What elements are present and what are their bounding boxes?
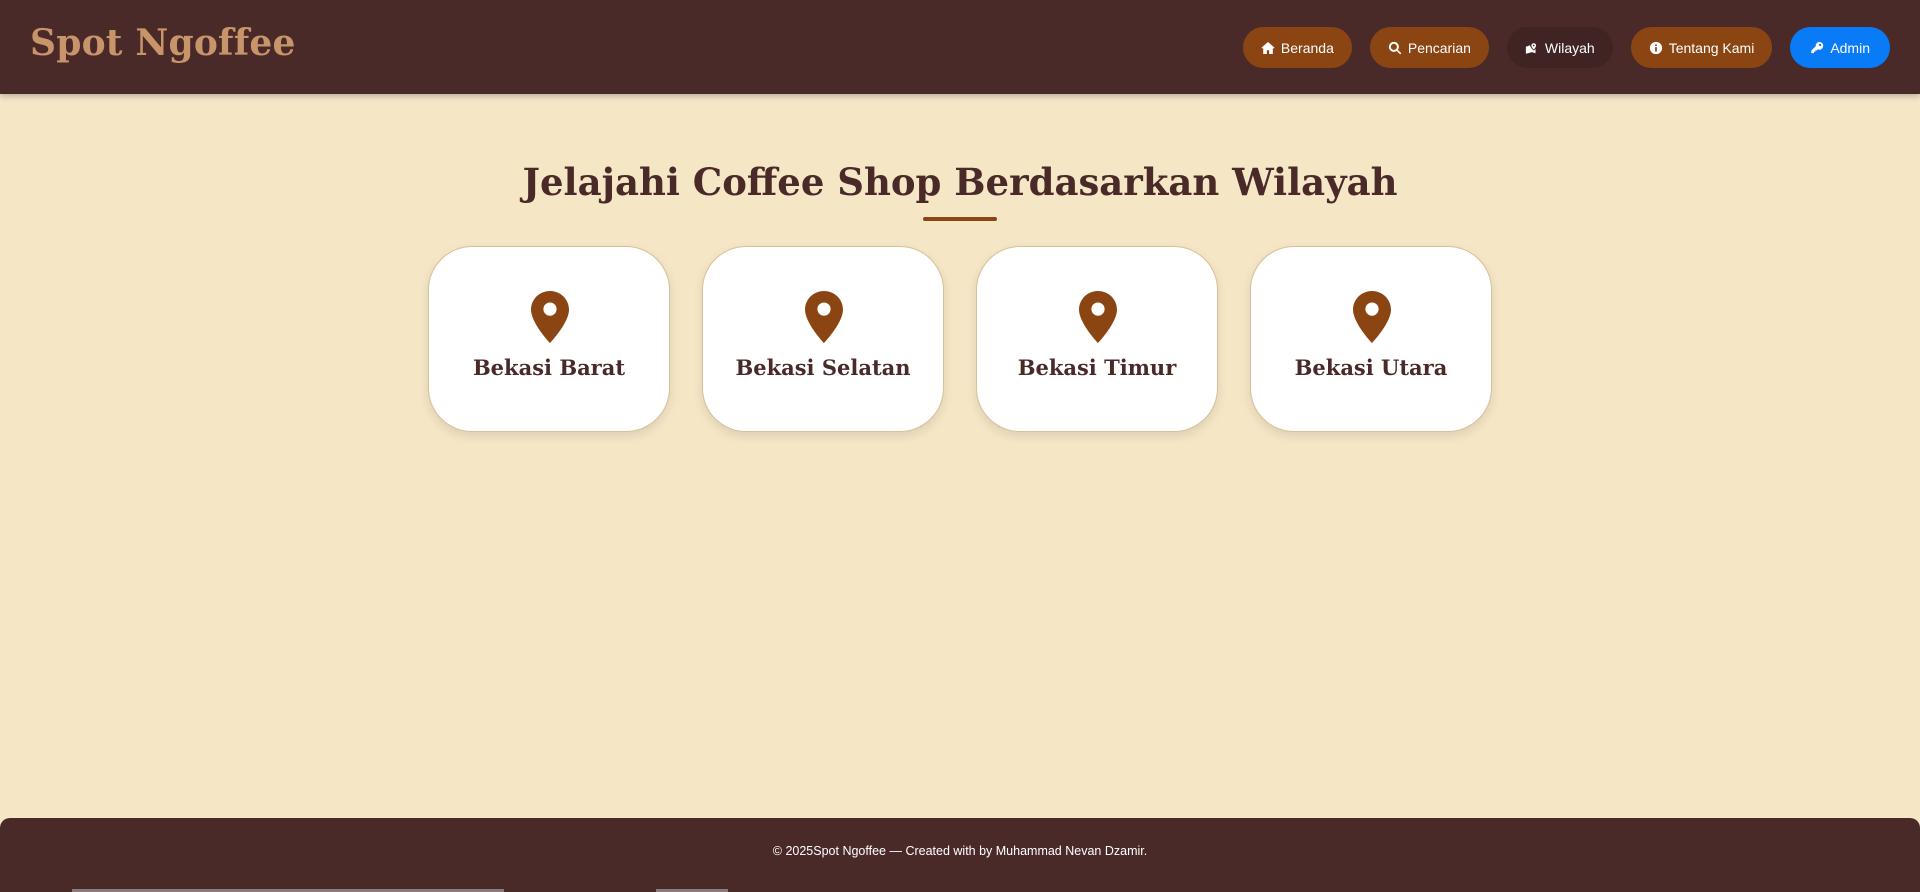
nav-tentang-kami-label: Tentang Kami — [1668, 39, 1755, 56]
search-icon — [1388, 41, 1402, 54]
region-card-bekasi-selatan[interactable]: Bekasi Selatan — [702, 246, 944, 432]
nav-tentang-kami-button[interactable]: Tentang Kami — [1630, 27, 1773, 68]
page-title: Jelajahi Coffee Shop Berdasarkan Wilayah — [522, 160, 1398, 204]
top-navbar: Spot Ngoffee Beranda Pencarian Wilayah T… — [0, 0, 1920, 94]
region-card-label: Bekasi Timur — [1017, 355, 1177, 380]
nav-pencarian-button[interactable]: Pencarian — [1369, 27, 1489, 68]
region-card-list: Bekasi Barat Bekasi Selatan Bekasi Timur… — [428, 246, 1492, 432]
nav-wilayah-button[interactable]: Wilayah — [1506, 27, 1613, 68]
region-card-bekasi-timur[interactable]: Bekasi Timur — [976, 246, 1218, 432]
title-underline — [923, 217, 997, 221]
nav-admin-label: Admin — [1830, 39, 1870, 56]
brand-logo[interactable]: Spot Ngoffee — [30, 22, 296, 64]
home-icon — [1261, 41, 1275, 54]
nav-wilayah-label: Wilayah — [1544, 39, 1595, 56]
nav-admin-button[interactable]: Admin — [1790, 27, 1890, 68]
nav-beranda-button[interactable]: Beranda — [1242, 27, 1352, 68]
footer-copyright: © 2025Spot Ngoffee — Created with by Muh… — [772, 844, 1148, 858]
nav-pencarian-label: Pencarian — [1407, 39, 1471, 56]
map-pin-icon — [1079, 291, 1117, 343]
page-footer: © 2025Spot Ngoffee — Created with by Muh… — [0, 818, 1920, 892]
region-card-label: Bekasi Utara — [1294, 355, 1448, 380]
region-card-bekasi-barat[interactable]: Bekasi Barat — [428, 246, 670, 432]
map-pin-icon — [531, 291, 569, 343]
map-pin-icon — [805, 291, 843, 343]
map-pin-icon — [1353, 291, 1391, 343]
nav-beranda-label: Beranda — [1280, 39, 1334, 56]
key-icon — [1811, 41, 1824, 53]
info-icon — [1649, 41, 1662, 54]
main-nav: Beranda Pencarian Wilayah Tentang Kami A… — [1242, 27, 1890, 68]
region-card-label: Bekasi Selatan — [735, 355, 911, 380]
map-icon — [1525, 42, 1537, 54]
region-card-label: Bekasi Barat — [472, 355, 626, 380]
region-card-bekasi-utara[interactable]: Bekasi Utara — [1250, 246, 1492, 432]
